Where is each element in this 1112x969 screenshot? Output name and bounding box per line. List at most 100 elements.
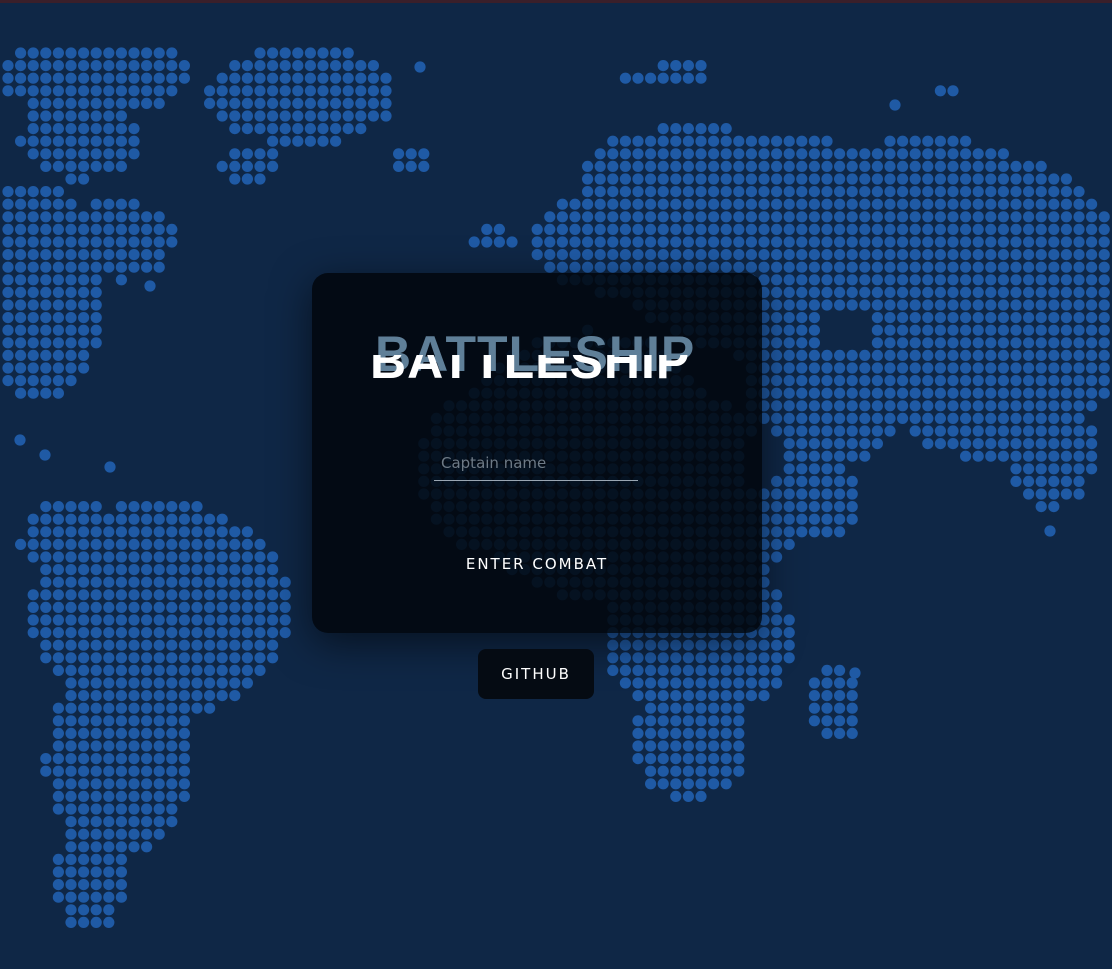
map-dot bbox=[367, 72, 379, 84]
map-dot bbox=[342, 85, 354, 97]
map-dot bbox=[153, 652, 165, 664]
map-dot bbox=[1073, 412, 1085, 424]
map-dot bbox=[632, 160, 644, 172]
map-dot bbox=[204, 702, 216, 714]
map-dot bbox=[619, 261, 632, 273]
map-dot bbox=[645, 186, 657, 198]
map-dot bbox=[153, 526, 165, 538]
map-dot bbox=[78, 249, 90, 261]
map-dot bbox=[771, 324, 783, 336]
map-dot bbox=[695, 173, 707, 185]
map-dot bbox=[1086, 324, 1098, 336]
map-dot bbox=[771, 249, 783, 261]
map-dot bbox=[216, 85, 228, 97]
map-dot bbox=[708, 652, 720, 664]
map-dot bbox=[695, 236, 707, 248]
map-dot bbox=[115, 790, 127, 803]
map-dot bbox=[1023, 387, 1035, 399]
map-dot bbox=[632, 715, 644, 727]
map-dot bbox=[783, 261, 795, 273]
map-dot bbox=[632, 236, 644, 248]
map-dot bbox=[846, 375, 858, 387]
map-dot bbox=[141, 614, 153, 626]
map-dot bbox=[166, 753, 178, 765]
map-dot bbox=[682, 123, 695, 135]
map-dot bbox=[1023, 362, 1035, 374]
map-dot bbox=[1086, 249, 1098, 261]
map-dot bbox=[783, 198, 795, 210]
map-dot bbox=[997, 286, 1010, 298]
map-dot bbox=[607, 639, 619, 651]
github-button[interactable]: GITHUB bbox=[478, 649, 594, 699]
map-dot bbox=[657, 652, 669, 664]
map-dot bbox=[821, 463, 833, 475]
map-dot bbox=[1086, 337, 1098, 349]
map-dot bbox=[1060, 488, 1072, 500]
map-dot bbox=[846, 677, 858, 689]
map-dot bbox=[947, 349, 959, 361]
map-dot bbox=[733, 186, 745, 198]
map-dot bbox=[166, 652, 178, 664]
map-dot bbox=[279, 123, 291, 135]
map-dot bbox=[947, 425, 959, 437]
map-dot bbox=[153, 677, 165, 689]
map-dot bbox=[733, 715, 745, 727]
captain-name-input[interactable] bbox=[434, 445, 638, 481]
map-dot bbox=[859, 412, 871, 424]
map-dot bbox=[204, 589, 216, 601]
map-dot bbox=[871, 211, 884, 223]
map-dot bbox=[645, 778, 657, 790]
map-dot bbox=[90, 778, 102, 790]
map-dot bbox=[1048, 438, 1060, 450]
map-dot bbox=[191, 589, 203, 601]
map-dot bbox=[204, 513, 216, 525]
map-dot bbox=[1060, 211, 1072, 223]
map-dot bbox=[178, 501, 190, 513]
map-dot bbox=[78, 727, 90, 740]
map-dot bbox=[1048, 375, 1060, 387]
map-dot bbox=[947, 286, 959, 298]
map-dot bbox=[758, 135, 770, 147]
map-dot bbox=[78, 538, 90, 551]
map-dot bbox=[808, 349, 821, 361]
map-dot bbox=[1035, 337, 1047, 349]
map-dot bbox=[796, 173, 808, 185]
map-dot bbox=[2, 337, 14, 349]
map-dot bbox=[821, 400, 833, 412]
map-dot bbox=[720, 740, 732, 752]
map-dot bbox=[191, 627, 203, 639]
map-dot bbox=[267, 564, 279, 576]
map-dot bbox=[153, 97, 165, 109]
map-dot bbox=[909, 337, 921, 349]
map-dot bbox=[821, 236, 833, 248]
map-dot bbox=[997, 211, 1010, 223]
map-dot bbox=[771, 186, 783, 198]
map-dot bbox=[128, 148, 140, 160]
map-dot bbox=[834, 362, 846, 374]
map-dot bbox=[834, 249, 846, 261]
enter-combat-button[interactable]: ENTER COMBAT bbox=[437, 549, 637, 579]
map-dot bbox=[52, 110, 64, 122]
map-dot bbox=[90, 841, 102, 853]
map-dot bbox=[1048, 211, 1060, 223]
map-dot bbox=[960, 312, 972, 324]
map-dot bbox=[166, 513, 178, 525]
map-dot bbox=[834, 198, 846, 210]
map-dot bbox=[153, 249, 165, 261]
map-dot bbox=[241, 551, 253, 563]
map-dot bbox=[78, 904, 90, 916]
map-dot bbox=[90, 715, 102, 727]
map-dot bbox=[15, 299, 27, 311]
map-dot bbox=[52, 249, 64, 261]
map-dot bbox=[934, 312, 947, 324]
map-dot bbox=[304, 97, 316, 109]
map-dot bbox=[1073, 261, 1085, 273]
map-dot bbox=[481, 223, 493, 235]
map-dot bbox=[556, 223, 569, 235]
map-dot bbox=[808, 312, 821, 324]
map-dot bbox=[834, 299, 846, 311]
map-dot bbox=[1060, 375, 1072, 387]
map-dot bbox=[808, 274, 821, 286]
map-dot bbox=[128, 223, 140, 235]
map-dot bbox=[796, 274, 808, 286]
